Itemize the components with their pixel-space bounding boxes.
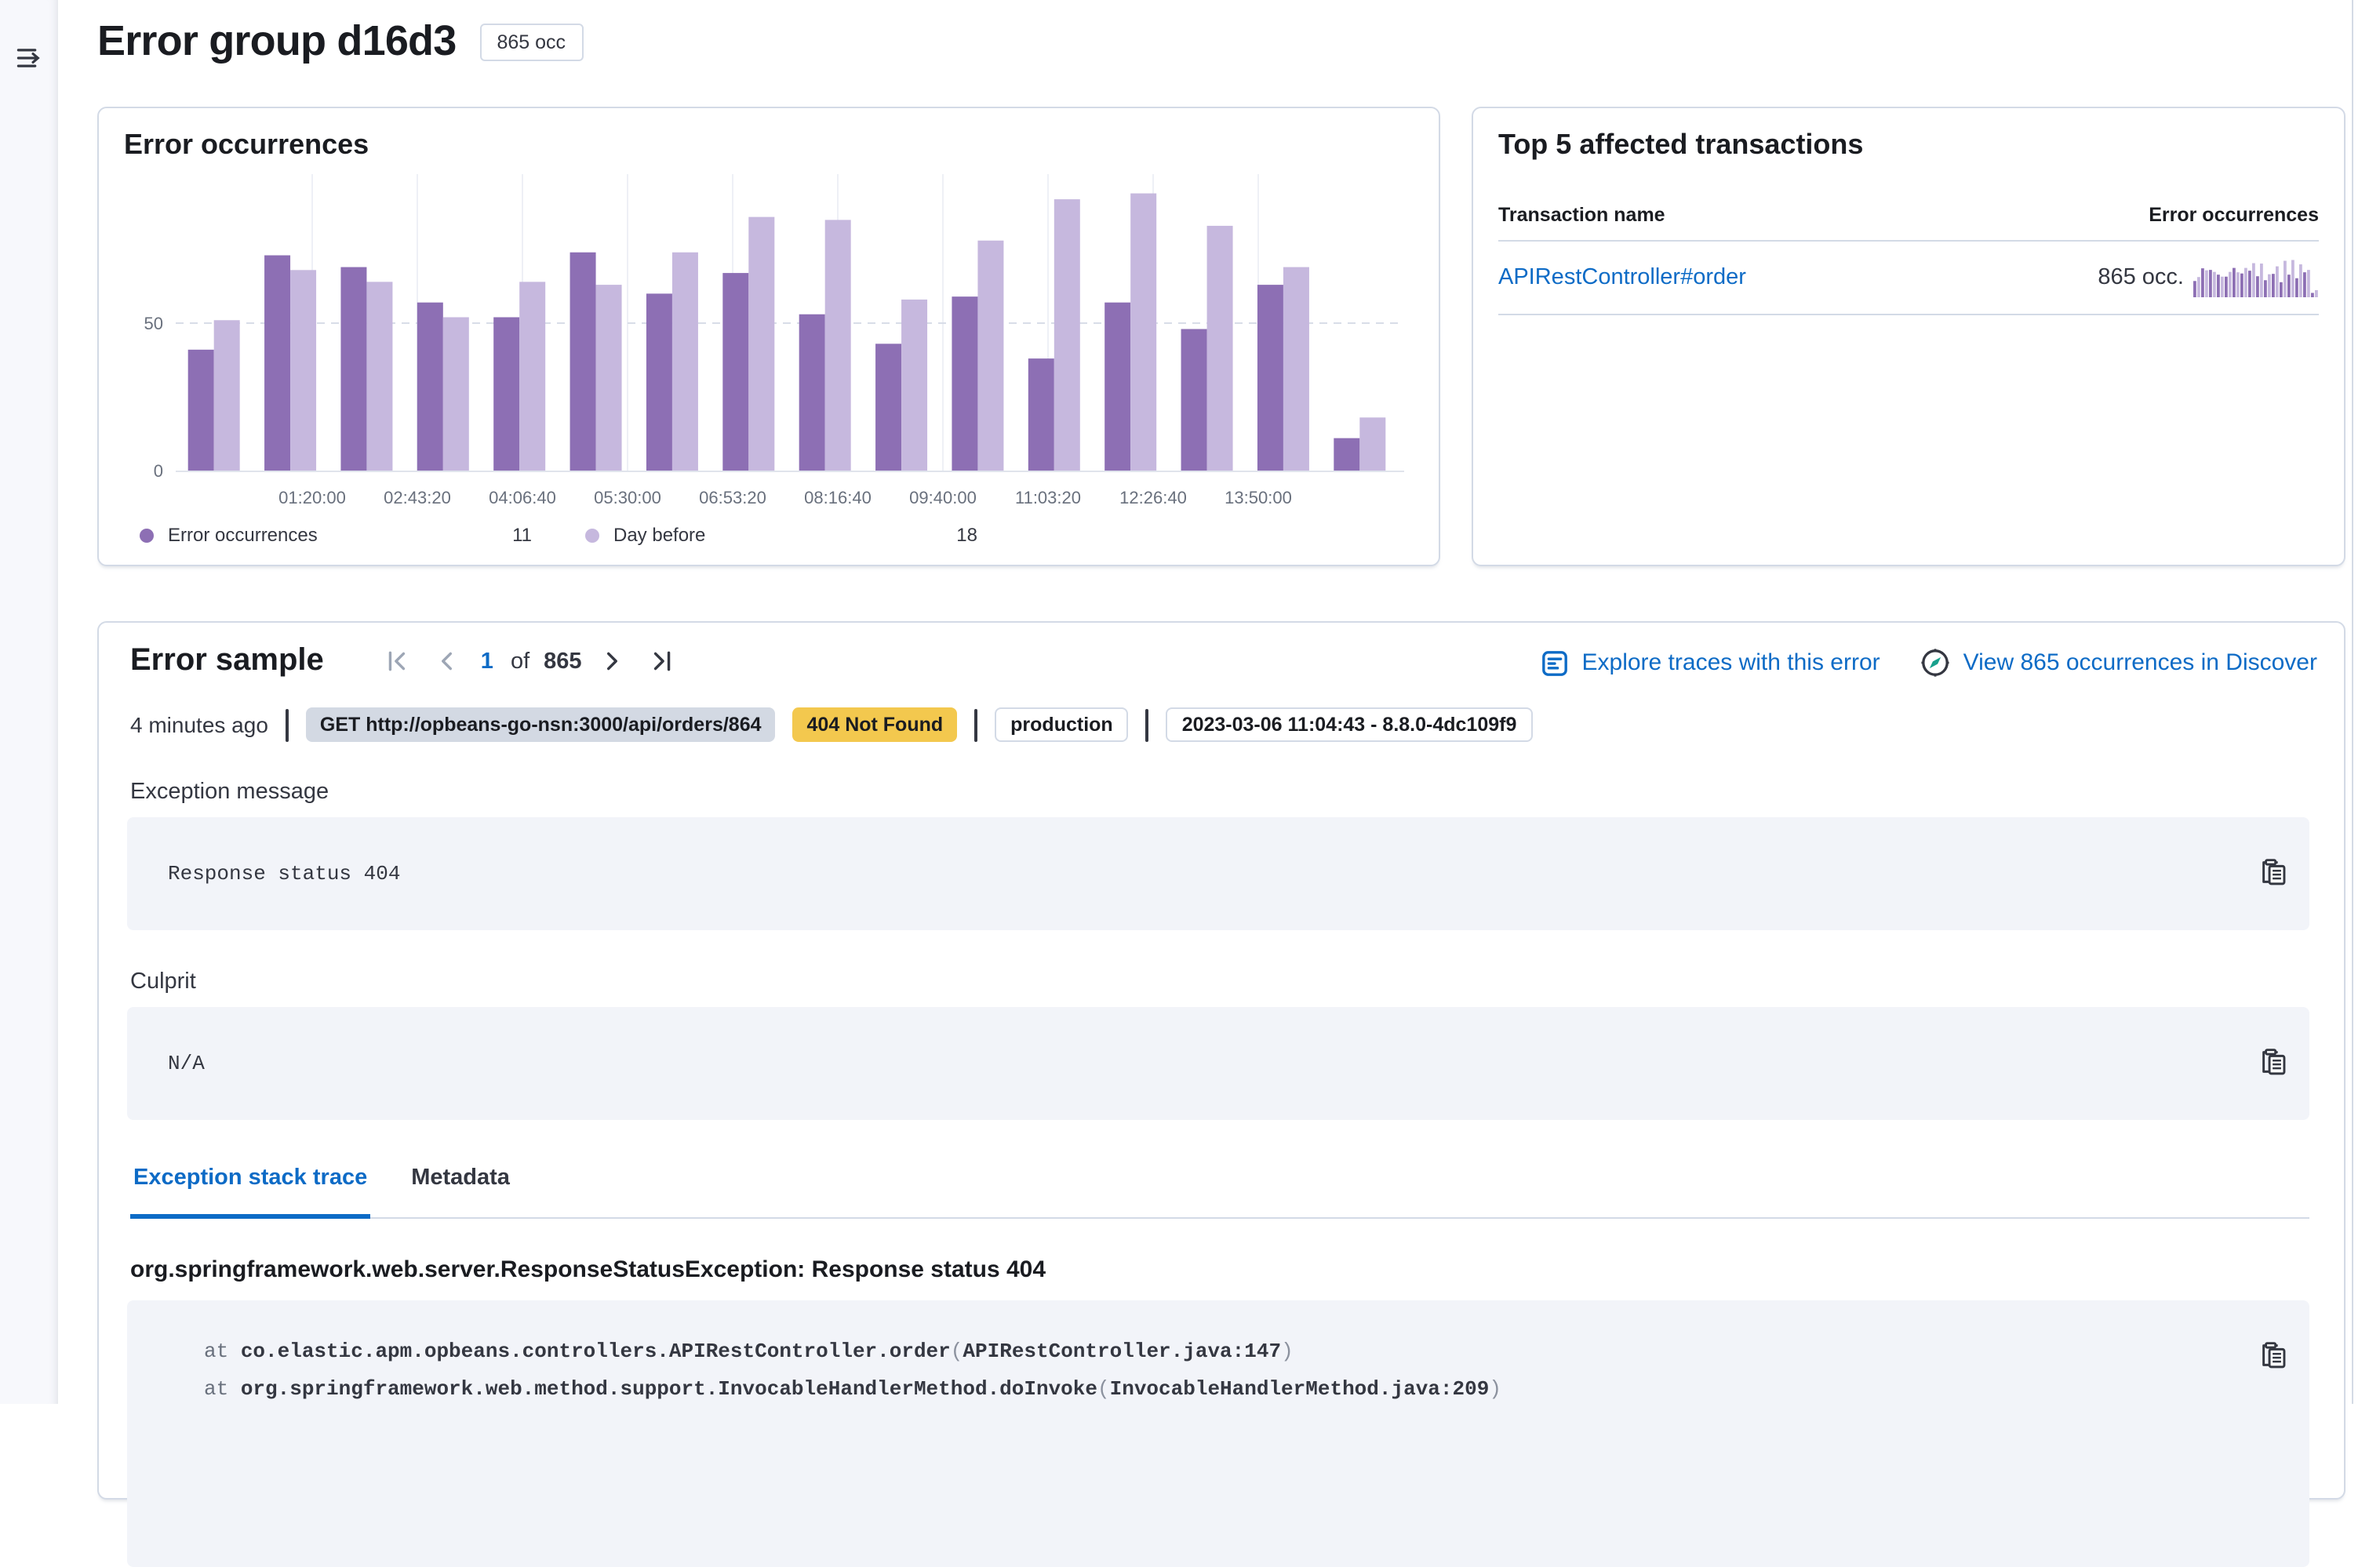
svg-text:11:03:20: 11:03:20 (1015, 488, 1081, 507)
status-code-badge: 404 Not Found (793, 707, 958, 742)
svg-text:04:06:40: 04:06:40 (489, 488, 556, 507)
sample-pagination: 1 of 865 (380, 644, 679, 678)
total-pages: 865 (544, 649, 581, 674)
error-sample-actions: Explore traces with this error View 865 … (1541, 648, 2318, 678)
meta-divider (286, 708, 289, 741)
legend-label: Error occurrences (168, 524, 318, 546)
stack-frame-line: at org.springframework.web.method.suppor… (204, 1371, 1501, 1409)
error-sample-panel: Error sample 1 of 865 (97, 621, 2345, 1500)
page-header: Error group d16d3 865 occ (97, 17, 583, 66)
last-page-icon (649, 647, 675, 674)
occurrences-badge: 865 occ (480, 23, 584, 60)
stack-frame-line: at co.elastic.apm.opbeans.controllers.AP… (204, 1333, 1501, 1371)
meta-divider (974, 708, 977, 741)
svg-text:08:16:40: 08:16:40 (804, 488, 872, 507)
meta-divider (1146, 708, 1149, 741)
explore-traces-label: Explore traces with this error (1582, 649, 1880, 676)
svg-text:06:53:20: 06:53:20 (699, 488, 766, 507)
legend-value: 18 (956, 524, 977, 546)
expand-menu-button[interactable] (13, 41, 47, 75)
previous-page-button[interactable] (429, 644, 464, 678)
exception-message-block: Response status 404 (127, 817, 2309, 930)
request-method-badge: GET http://opbeans-go-nsn:3000/api/order… (306, 707, 776, 742)
legend-item-day-before[interactable]: Day before 18 (585, 524, 977, 546)
svg-text:50: 50 (144, 314, 163, 333)
first-page-button[interactable] (380, 644, 415, 678)
column-transaction-name: Transaction name (1498, 204, 1665, 226)
legend-item-error-occurrences[interactable]: Error occurrences 11 (140, 524, 532, 546)
culprit-value: N/A (168, 1052, 205, 1075)
legend-dot-current (140, 528, 154, 542)
svg-text:13:50:00: 13:50:00 (1225, 488, 1292, 507)
transaction-link[interactable]: APIRestController#order (1498, 265, 1746, 290)
error-occurrences-panel: Error occurrences 01:20:00 02:43:20 04:06:… (97, 107, 1440, 566)
apm-error-group-page: Error group d16d3 865 occ Error occurren… (0, 0, 2380, 1404)
trace-explorer-icon (1541, 649, 1570, 677)
svg-text:0: 0 (154, 461, 163, 481)
stack-trace-block: at co.elastic.apm.opbeans.controllers.AP… (127, 1300, 2309, 1567)
page-of-label: of (511, 649, 529, 674)
vertical-scrollbar[interactable] (2353, 0, 2380, 1404)
tab-exception-stack-trace[interactable]: Exception stack trace (130, 1165, 370, 1219)
next-page-button[interactable] (596, 644, 631, 678)
svg-text:02:43:20: 02:43:20 (384, 488, 451, 507)
error-occurrences-bar-chart[interactable]: 01:20:00 02:43:20 04:06:40 05:30:00 06:53:20… (124, 168, 1414, 516)
sample-age: 4 minutes ago (130, 712, 268, 737)
copy-clipboard-icon (2259, 1048, 2287, 1076)
exception-heading: org.springframework.web.server.ResponseS… (130, 1256, 1046, 1283)
view-in-discover-link[interactable]: View 865 occurrences in Discover (1921, 648, 2317, 678)
view-in-discover-label: View 865 occurrences in Discover (1963, 649, 2317, 676)
culprit-block: N/A (127, 1007, 2309, 1120)
copy-clipboard-icon (2259, 1341, 2287, 1369)
occurrences-sparkline (2193, 258, 2319, 297)
sample-tabs: Exception stack trace Metadata (130, 1165, 2309, 1219)
culprit-label: Culprit (130, 969, 196, 994)
sample-meta-row: 4 minutes ago GET http://opbeans-go-nsn:… (130, 707, 1532, 742)
exception-message-label: Exception message (130, 780, 329, 805)
tab-metadata[interactable]: Metadata (408, 1165, 513, 1219)
discover-compass-icon (1921, 648, 1951, 678)
stack-frames: at co.elastic.apm.opbeans.controllers.AP… (204, 1333, 1501, 1409)
last-page-button[interactable] (645, 644, 679, 678)
copy-stack-trace-button[interactable] (2256, 1338, 2291, 1372)
svg-text:12:26:40: 12:26:40 (1119, 488, 1187, 507)
page-title: Error group d16d3 (97, 17, 457, 66)
top-transactions-title: Top 5 affected transactions (1498, 129, 2319, 162)
top-affected-transactions-panel: Top 5 affected transactions Transaction … (1472, 107, 2345, 566)
collapsed-nav-sidebar (0, 0, 58, 1404)
environment-badge: production (995, 707, 1129, 742)
timestamp-version-badge: 2023-03-06 11:04:43 - 8.8.0-4dc109f9 (1166, 707, 1533, 742)
next-page-icon (600, 647, 627, 674)
menu-right-icon (16, 44, 44, 72)
previous-page-icon (433, 647, 460, 674)
legend-dot-day-before (585, 528, 599, 542)
error-sample-header: Error sample 1 of 865 (130, 643, 679, 679)
current-page: 1 (478, 649, 497, 674)
transaction-occurrences: 865 occ. (2098, 265, 2184, 290)
chart-legend: Error occurrences 11 Day before 18 (124, 524, 1414, 546)
svg-text:05:30:00: 05:30:00 (594, 488, 661, 507)
first-page-icon (384, 647, 411, 674)
explore-traces-link[interactable]: Explore traces with this error (1541, 649, 1880, 677)
svg-text:01:20:00: 01:20:00 (278, 488, 346, 507)
legend-label: Day before (613, 524, 705, 546)
error-sample-title: Error sample (130, 643, 324, 679)
copy-clipboard-icon (2259, 858, 2287, 886)
copy-exception-message-button[interactable] (2256, 855, 2291, 889)
legend-value: 11 (512, 524, 532, 546)
svg-text:09:40:00: 09:40:00 (909, 488, 977, 507)
transactions-table-header: Transaction name Error occurrences (1498, 204, 2319, 242)
copy-culprit-button[interactable] (2256, 1045, 2291, 1079)
transaction-row: APIRestController#order 865 occ. (1498, 242, 2319, 315)
error-occurrences-title: Error occurrences (124, 129, 1414, 162)
exception-message-value: Response status 404 (168, 862, 400, 885)
column-error-occurrences: Error occurrences (2149, 204, 2319, 226)
